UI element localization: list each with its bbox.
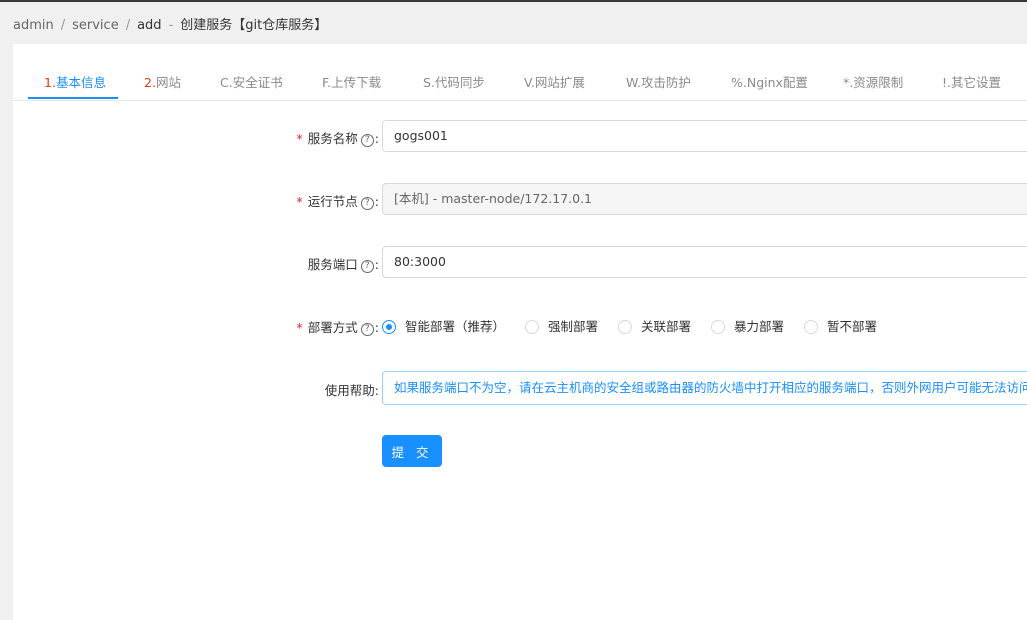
service-port-label: 服务端口?: xyxy=(307,257,379,273)
page-title: 创建服务【git仓库服务】 xyxy=(180,18,328,33)
tab-label: 安全证书 xyxy=(232,75,283,90)
tab-resource-limit[interactable]: *.资源限制 xyxy=(843,72,903,91)
service-name-label: * 服务名称?: xyxy=(296,131,379,147)
radio-icon xyxy=(525,320,539,334)
tab-number: V. xyxy=(524,75,535,90)
usage-help-text: 如果服务端口不为空，请在云主机商的安全组或路由器的防火墙中打开相应的服务端口，否… xyxy=(382,371,1027,405)
tab-number: !. xyxy=(942,75,951,90)
tab-label: 上传下载 xyxy=(331,75,382,90)
tab-label: 资源限制 xyxy=(853,75,904,90)
tab-number: S. xyxy=(423,75,435,90)
radio-icon xyxy=(711,320,725,334)
tab-basic-info[interactable]: 1.基本信息 xyxy=(44,72,106,91)
form-card: 1.基本信息 2.网站 C.安全证书 F.上传下载 S.代码同步 V.网站扩展 … xyxy=(13,44,1027,620)
tab-bar: 1.基本信息 2.网站 C.安全证书 F.上传下载 S.代码同步 V.网站扩展 … xyxy=(13,44,1027,101)
tab-number: 2. xyxy=(144,75,156,90)
tab-number: F. xyxy=(322,75,332,90)
tab-site-extension[interactable]: V.网站扩展 xyxy=(524,72,585,91)
tab-label: 网站 xyxy=(155,75,181,90)
radio-no-deploy[interactable]: 暂不部署 xyxy=(804,316,877,335)
tab-number: W. xyxy=(626,75,641,90)
window-top-border xyxy=(0,0,1027,2)
usage-help-label: 使用帮助: xyxy=(324,383,379,398)
radio-selected-icon xyxy=(382,320,396,334)
help-question-icon[interactable]: ? xyxy=(360,260,374,273)
tab-nginx-config[interactable]: %.Nginx配置 xyxy=(731,72,808,91)
tab-number: %. xyxy=(731,75,747,90)
tab-label: 其它设置 xyxy=(950,75,1001,90)
help-question-icon[interactable]: ? xyxy=(360,134,374,147)
tab-other-settings[interactable]: !.其它设置 xyxy=(942,72,1001,91)
deploy-mode-radio-group: 智能部署（推荐） 强制部署 关联部署 暴力部署 暂不部署 xyxy=(382,316,893,336)
tab-code-sync[interactable]: S.代码同步 xyxy=(423,72,485,91)
radio-icon xyxy=(618,320,632,334)
deploy-mode-label: * 部署方式?: xyxy=(296,320,379,336)
tab-label: Nginx配置 xyxy=(746,75,808,90)
run-node-select[interactable]: [本机] - master-node/172.17.0.1 xyxy=(382,183,1027,215)
breadcrumb: admin / service / add - 创建服务【git仓库服务】 xyxy=(13,14,327,33)
breadcrumb-title-separator: - xyxy=(168,18,174,33)
help-question-icon[interactable]: ? xyxy=(360,323,374,336)
radio-linked-deploy[interactable]: 关联部署 xyxy=(618,316,691,335)
tab-number: C. xyxy=(220,75,233,90)
tab-label: 基本信息 xyxy=(55,75,106,90)
tab-upload-download[interactable]: F.上传下载 xyxy=(322,72,381,91)
required-mark: * xyxy=(296,131,303,146)
service-port-input[interactable]: 80:3000 xyxy=(382,246,1027,278)
breadcrumb-add: add xyxy=(137,18,162,33)
tab-ssl-certificate[interactable]: C.安全证书 xyxy=(220,72,283,91)
service-name-input[interactable]: gogs001 xyxy=(382,120,1027,152)
active-tab-indicator xyxy=(28,97,118,99)
radio-brute-deploy[interactable]: 暴力部署 xyxy=(711,316,784,335)
tab-label: 代码同步 xyxy=(434,75,485,90)
tab-attack-protection[interactable]: W.攻击防护 xyxy=(626,72,691,91)
required-mark: * xyxy=(296,320,303,335)
breadcrumb-service[interactable]: service xyxy=(72,18,119,33)
radio-force-deploy[interactable]: 强制部署 xyxy=(525,316,598,335)
required-mark: * xyxy=(296,194,303,209)
help-question-icon[interactable]: ? xyxy=(360,197,374,210)
tab-label: 攻击防护 xyxy=(640,75,691,90)
submit-button[interactable]: 提 交 xyxy=(382,435,442,467)
breadcrumb-admin[interactable]: admin xyxy=(13,18,54,33)
radio-smart-deploy[interactable]: 智能部署（推荐） xyxy=(382,316,505,335)
tab-website[interactable]: 2.网站 xyxy=(144,72,181,91)
tab-number: 1. xyxy=(44,75,56,90)
breadcrumb-separator: / xyxy=(60,18,66,33)
breadcrumb-separator: / xyxy=(125,18,131,33)
radio-icon xyxy=(804,320,818,334)
run-node-label: * 运行节点?: xyxy=(296,194,379,210)
tab-number: *. xyxy=(843,75,854,90)
tab-label: 网站扩展 xyxy=(534,75,585,90)
